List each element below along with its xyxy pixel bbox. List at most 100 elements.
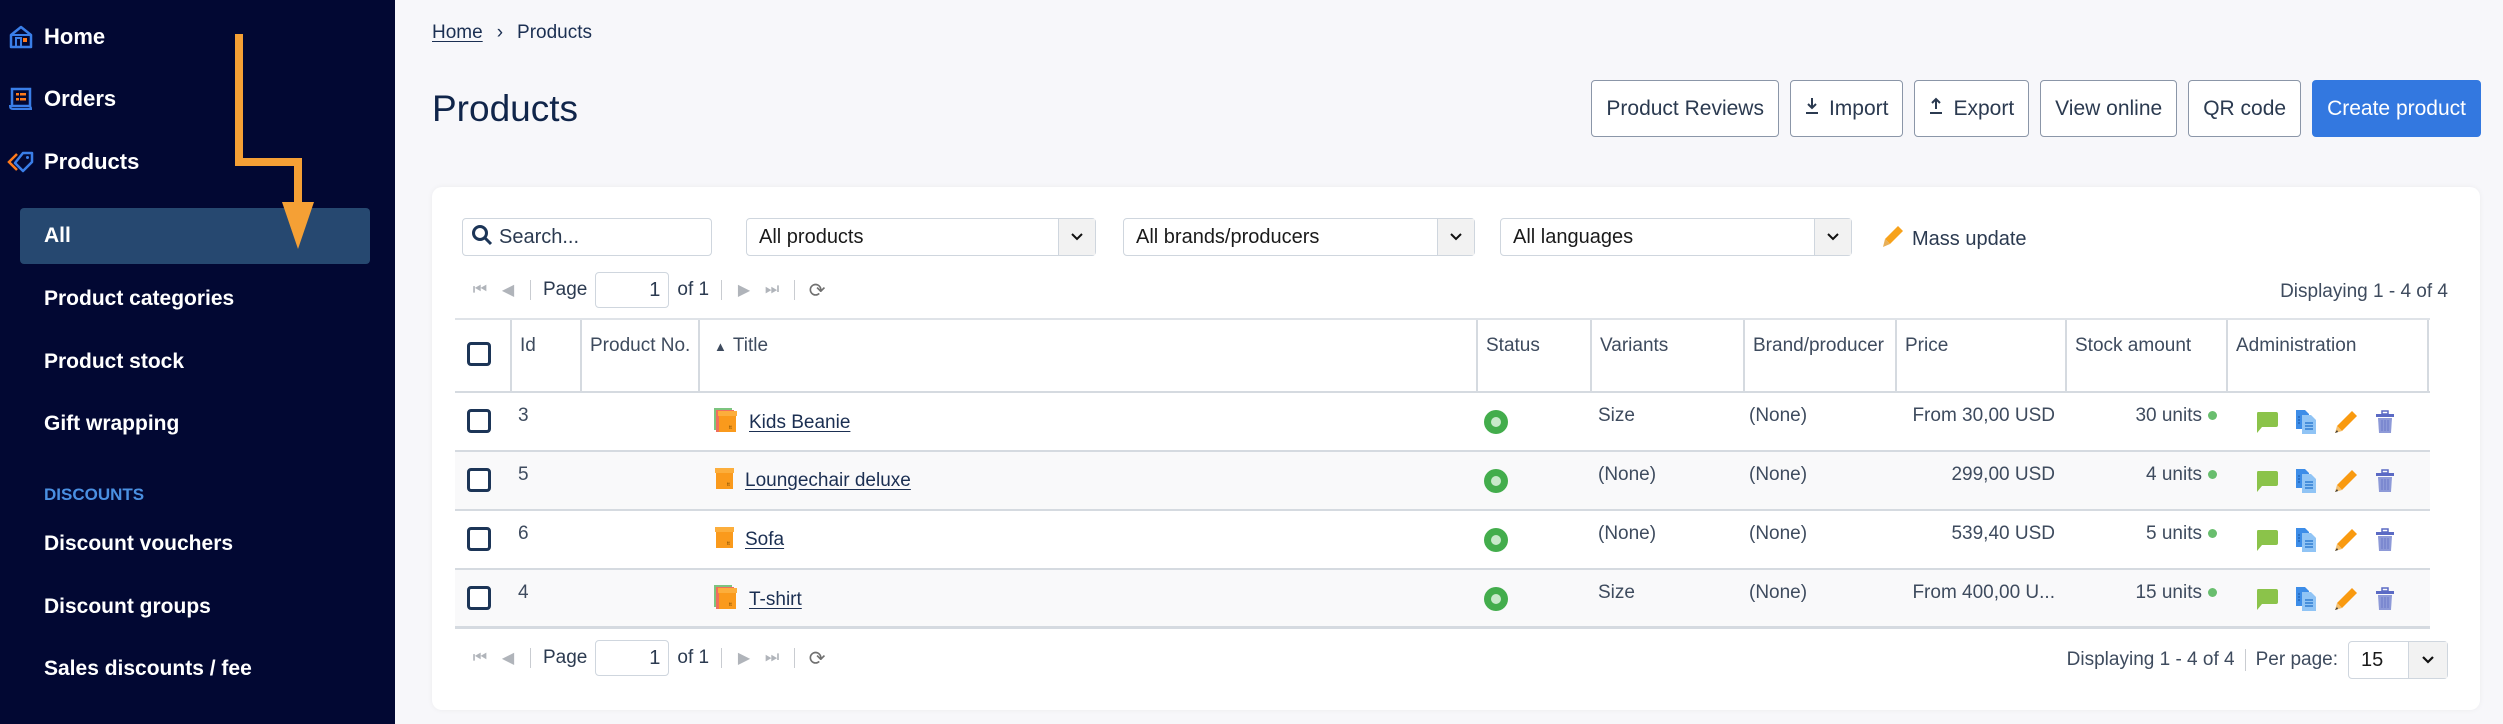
- edit-pencil-icon[interactable]: [2333, 409, 2359, 441]
- edit-pencil-icon[interactable]: [2333, 527, 2359, 559]
- column-header-title[interactable]: ▲ Title: [698, 320, 1476, 393]
- prev-page-icon[interactable]: ◀: [498, 648, 518, 668]
- chevron-down-icon[interactable]: [1814, 219, 1851, 255]
- import-button[interactable]: Import: [1789, 80, 1904, 137]
- mass-update-link[interactable]: Mass update: [1882, 224, 2027, 254]
- copy-icon[interactable]: [2294, 527, 2318, 559]
- pager-separator: [794, 648, 796, 668]
- cell-administration: [2255, 511, 2396, 568]
- table-row[interactable]: 4 tt T-shirt Size (None) From 400,00 U..…: [455, 570, 2430, 629]
- comment-icon[interactable]: [2255, 469, 2279, 499]
- delete-trash-icon[interactable]: [2374, 587, 2396, 617]
- language-filter-select[interactable]: All languages: [1500, 218, 1852, 256]
- status-active-icon[interactable]: [1484, 528, 1508, 552]
- copy-icon[interactable]: [2294, 409, 2318, 441]
- filter-bar: [462, 218, 712, 256]
- cell-stock: 15 units: [2065, 570, 2217, 627]
- delete-trash-icon[interactable]: [2374, 528, 2396, 558]
- per-page-select[interactable]: 15: [2348, 641, 2448, 679]
- comment-icon[interactable]: [2255, 587, 2279, 617]
- first-page-icon[interactable]: ⏮: [470, 281, 490, 299]
- row-checkbox[interactable]: [467, 527, 491, 551]
- product-title-link[interactable]: Sofa: [745, 529, 784, 551]
- product-filter-select[interactable]: All products: [746, 218, 1096, 256]
- row-checkbox[interactable]: [467, 409, 491, 433]
- breadcrumb-home-link[interactable]: Home: [432, 22, 483, 44]
- next-page-icon[interactable]: ▶: [734, 648, 754, 668]
- sidebar-item-discount-groups[interactable]: Discount groups: [44, 587, 211, 627]
- delete-trash-icon[interactable]: [2374, 410, 2396, 440]
- table-row[interactable]: 6 tt Sofa (None) (None) 539,40 USD 5 uni…: [455, 511, 2430, 570]
- sidebar-item-product-categories[interactable]: Product categories: [44, 279, 234, 319]
- prev-page-icon[interactable]: ◀: [498, 280, 518, 300]
- cell-title: tt Loungechair deluxe: [713, 452, 911, 496]
- product-title-link[interactable]: Kids Beanie: [749, 412, 850, 434]
- cell-price: From 400,00 U...: [1912, 582, 2055, 603]
- product-box-icon: tt: [713, 584, 739, 616]
- column-header-status[interactable]: Status: [1476, 320, 1590, 393]
- column-header-price[interactable]: Price: [1895, 320, 2065, 393]
- cell-price: 539,40 USD: [1951, 523, 2055, 544]
- page-input[interactable]: [595, 640, 670, 676]
- pager-separator: [794, 280, 796, 300]
- product-reviews-button[interactable]: Product Reviews: [1591, 80, 1779, 137]
- chevron-down-icon[interactable]: [1058, 219, 1095, 255]
- column-header-brand[interactable]: Brand/producer: [1743, 320, 1895, 393]
- column-header-product-no[interactable]: Product No.: [580, 320, 698, 393]
- product-title-link[interactable]: T-shirt: [749, 589, 802, 611]
- sidebar-item-sales-discounts[interactable]: Sales discounts / fee: [44, 649, 252, 689]
- row-checkbox-cell: [467, 570, 491, 627]
- brand-filter-select[interactable]: All brands/producers: [1123, 218, 1475, 256]
- copy-icon[interactable]: [2294, 586, 2318, 618]
- cell-brand: (None): [1749, 405, 1808, 426]
- products-table: Id Product No. ▲ Title Status Variants Br…: [455, 318, 2430, 629]
- column-header-stock[interactable]: Stock amount: [2065, 320, 2226, 393]
- status-active-icon[interactable]: [1484, 469, 1508, 493]
- delete-trash-icon[interactable]: [2374, 469, 2396, 499]
- column-header-administration: Administration: [2226, 320, 2427, 393]
- row-checkbox[interactable]: [467, 468, 491, 492]
- view-online-button[interactable]: View online: [2040, 80, 2178, 137]
- column-header-id[interactable]: Id: [510, 320, 580, 393]
- edit-pencil-icon[interactable]: [2333, 468, 2359, 500]
- qr-code-button[interactable]: QR code: [2188, 80, 2302, 137]
- cell-brand: (None): [1749, 523, 1808, 544]
- row-checkbox-cell: [467, 393, 491, 450]
- first-page-icon[interactable]: ⏮: [470, 649, 490, 667]
- refresh-icon[interactable]: ⟳: [807, 646, 827, 671]
- column-header-variants[interactable]: Variants: [1590, 320, 1743, 393]
- next-page-icon[interactable]: ▶: [734, 280, 754, 300]
- cell-title: tt Kids Beanie: [713, 393, 850, 439]
- button-label: Product Reviews: [1606, 96, 1764, 120]
- cell-variants: Size: [1598, 405, 1635, 426]
- status-active-icon[interactable]: [1484, 410, 1508, 434]
- refresh-icon[interactable]: ⟳: [807, 278, 827, 303]
- select-all-checkbox[interactable]: [467, 342, 491, 366]
- sidebar-item-discount-vouchers[interactable]: Discount vouchers: [44, 524, 233, 564]
- copy-icon[interactable]: [2294, 468, 2318, 500]
- table-row[interactable]: 3 tt Kids Beanie Size (None) From 30,00 …: [455, 393, 2430, 452]
- edit-pencil-icon[interactable]: [2333, 586, 2359, 618]
- comment-icon[interactable]: [2255, 410, 2279, 440]
- search-input[interactable]: [499, 225, 699, 249]
- create-product-button[interactable]: Create product: [2312, 80, 2481, 137]
- chevron-down-icon[interactable]: [1437, 219, 1474, 255]
- status-active-icon[interactable]: [1484, 587, 1508, 611]
- export-button[interactable]: Export: [1914, 80, 2030, 137]
- select-value: All products: [759, 225, 864, 248]
- row-checkbox[interactable]: [467, 586, 491, 610]
- table-row[interactable]: 5 tt Loungechair deluxe (None) (None) 29…: [455, 452, 2430, 511]
- sidebar-item-product-stock[interactable]: Product stock: [44, 342, 184, 382]
- search-field[interactable]: [462, 218, 712, 256]
- page-input[interactable]: [595, 272, 670, 308]
- last-page-icon[interactable]: ⏭: [762, 649, 782, 667]
- button-label: View online: [2055, 96, 2163, 120]
- product-title-link[interactable]: Loungechair deluxe: [745, 470, 911, 492]
- cell-status: [1484, 570, 1508, 627]
- stock-amount: 15 units: [2135, 582, 2202, 603]
- comment-icon[interactable]: [2255, 528, 2279, 558]
- stock-indicator-icon: [2208, 529, 2217, 539]
- chevron-down-icon[interactable]: [2408, 642, 2447, 678]
- last-page-icon[interactable]: ⏭: [762, 281, 782, 299]
- sidebar-item-gift-wrapping[interactable]: Gift wrapping: [44, 404, 179, 444]
